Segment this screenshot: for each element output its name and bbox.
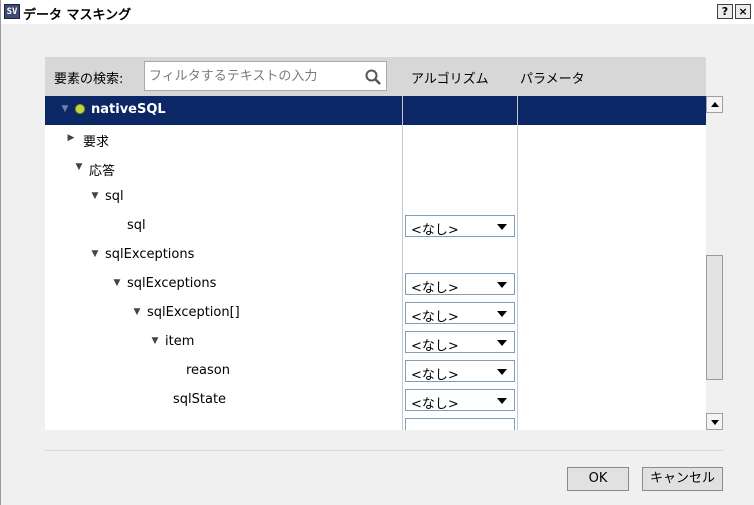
- dropdown-arrow-icon: [497, 282, 507, 288]
- algorithm-dropdown[interactable]: <なし>: [405, 331, 515, 354]
- tree-row[interactable]: reason <なし>: [45, 357, 706, 386]
- tree-row[interactable]: ▼ sqlException[] <なし>: [45, 299, 706, 328]
- tree-row-label: sqlException[]: [147, 305, 240, 320]
- algorithm-dropdown[interactable]: <なし>: [405, 273, 515, 296]
- search-icon[interactable]: [364, 68, 382, 86]
- column-divider: [517, 96, 518, 430]
- tree-row-label: nativeSQL: [91, 102, 166, 117]
- collapse-arrow-icon[interactable]: ▼: [149, 335, 161, 347]
- dropdown-value: <なし>: [411, 310, 459, 325]
- tree-row[interactable]: sql <なし>: [45, 212, 706, 241]
- tree-row[interactable]: ▶ 要求: [45, 125, 706, 154]
- algorithm-dropdown[interactable]: <なし>: [405, 302, 515, 325]
- dropdown-arrow-icon: [497, 369, 507, 375]
- tree-row-label: sqlExceptions: [127, 276, 217, 291]
- ok-button[interactable]: OK: [567, 467, 629, 491]
- dropdown-arrow-icon: [497, 398, 507, 404]
- cancel-button[interactable]: キャンセル: [642, 467, 723, 491]
- separator: [45, 450, 723, 451]
- tree-row: [45, 415, 706, 430]
- tree-row-label: reason: [186, 363, 230, 378]
- column-algorithm: アルゴリズム: [411, 72, 489, 87]
- vertical-scrollbar[interactable]: [706, 96, 723, 430]
- tree-row[interactable]: sqlState <なし>: [45, 386, 706, 415]
- tree-row[interactable]: ▼ nativeSQL: [45, 96, 706, 125]
- tree-row-label: 要求: [83, 135, 110, 150]
- title-bar: SV データ マスキング ? ×: [1, 0, 754, 24]
- collapse-arrow-icon[interactable]: ▼: [89, 248, 101, 260]
- tree-row[interactable]: ▼ item <なし>: [45, 328, 706, 357]
- tree-row[interactable]: ▼ sql: [45, 183, 706, 212]
- tree-row-label: sqlState: [173, 392, 227, 407]
- dropdown-value: <なし>: [411, 368, 459, 383]
- element-tree: ▼ nativeSQL ▶ 要求 ▼ 応答 ▼ sql sql <なし> ▼ s…: [45, 96, 706, 430]
- close-button[interactable]: ×: [735, 4, 751, 19]
- collapse-arrow-icon[interactable]: ▼: [131, 306, 143, 318]
- column-header: 要素の検索: アルゴリズム パラメータ: [45, 57, 706, 96]
- search-box[interactable]: [144, 61, 387, 91]
- collapse-arrow-icon[interactable]: ▼: [111, 277, 123, 289]
- collapse-arrow-icon[interactable]: ▼: [59, 103, 71, 115]
- algorithm-dropdown[interactable]: <なし>: [405, 389, 515, 412]
- tree-row-label: sql: [105, 189, 124, 204]
- tree-row-label: sqlExceptions: [105, 247, 195, 262]
- tree-row-label: sql: [127, 218, 146, 233]
- node-icon: [75, 104, 85, 114]
- dropdown-value: <なし>: [411, 223, 459, 238]
- scroll-down-button[interactable]: [706, 413, 723, 430]
- algorithm-dropdown-partial[interactable]: [405, 418, 515, 430]
- column-parameter: パラメータ: [520, 72, 585, 87]
- scroll-thumb[interactable]: [706, 255, 723, 380]
- masking-panel: 要素の検索: アルゴリズム パラメータ ▼ nativeSQL ▶ 要求: [45, 57, 706, 430]
- help-button[interactable]: ?: [717, 4, 733, 19]
- search-input[interactable]: [149, 65, 359, 87]
- collapse-arrow-icon[interactable]: ▼: [73, 161, 85, 173]
- tree-row[interactable]: ▼ sqlExceptions: [45, 241, 706, 270]
- dropdown-arrow-icon: [497, 311, 507, 317]
- dropdown-value: <なし>: [411, 397, 459, 412]
- dropdown-arrow-icon: [497, 340, 507, 346]
- tree-row-label: 応答: [89, 164, 116, 179]
- window-title: データ マスキング: [23, 8, 132, 23]
- dropdown-value: <なし>: [411, 339, 459, 354]
- arrow-down-icon: [711, 420, 719, 425]
- expand-arrow-icon[interactable]: ▶: [65, 132, 77, 144]
- column-divider: [402, 96, 403, 430]
- arrow-up-icon: [711, 102, 719, 107]
- data-masking-dialog: SV データ マスキング ? × 要素の検索: アルゴリズム パラメータ ▼ n…: [0, 0, 754, 505]
- scroll-up-button[interactable]: [706, 96, 723, 113]
- tree-row[interactable]: ▼ sqlExceptions <なし>: [45, 270, 706, 299]
- tree-row[interactable]: ▼ 応答: [45, 154, 706, 183]
- algorithm-dropdown[interactable]: <なし>: [405, 215, 515, 238]
- app-icon: SV: [4, 4, 20, 19]
- dropdown-value: <なし>: [411, 281, 459, 296]
- search-label: 要素の検索:: [54, 72, 124, 87]
- algorithm-dropdown[interactable]: <なし>: [405, 360, 515, 383]
- dropdown-arrow-icon: [497, 224, 507, 230]
- collapse-arrow-icon[interactable]: ▼: [89, 190, 101, 202]
- tree-row-label: item: [165, 334, 195, 349]
